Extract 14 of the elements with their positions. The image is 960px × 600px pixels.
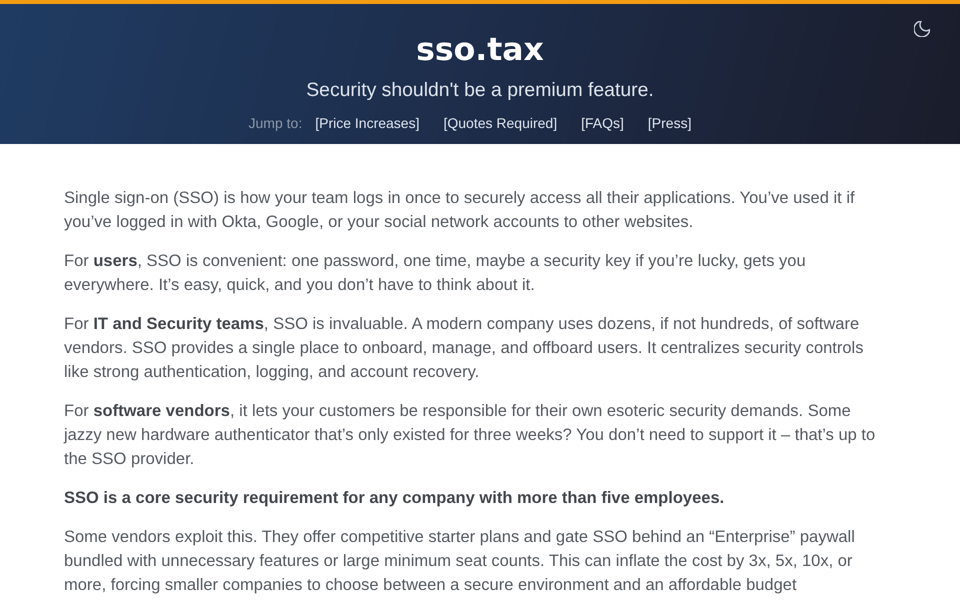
paragraph: Single sign-on (SSO) is how your team logs in once to securely access all their applications. You’ve used it if you’ve logged in with Okta, Google, or your social network accounts to other websites. (64, 188, 856, 233)
tagline: Security shouldn't be a premium feature. (306, 78, 654, 103)
site-title: sso.tax (416, 31, 544, 69)
paragraph: Some vendors exploit this. They offer competitive starter plans and gate SSO behind an “Enterprise” paywall bundled with unnecessary features or large minimum seat counts. This can inflate the cost by 3x, 5x, 10x, or more, forcing smaller companies to choose between a secure environment and an affordable budget (64, 527, 856, 596)
jump-link[interactable]: [FAQs] (581, 113, 624, 133)
jump-link[interactable]: [Quotes Required] (443, 113, 558, 133)
jump-link[interactable]: [Price Increases] (315, 113, 420, 133)
jump-link[interactable]: [Press] (648, 113, 692, 133)
moon-icon[interactable] (914, 21, 930, 37)
jump-to-label: Jump to: (248, 114, 302, 133)
paragraph: For software vendors, it lets your customers be responsible for their own esoteric security demands. Some jazzy new hardware authenticator that’s only existed for three weeks? You don’t need to support it – that’s up to the SSO provider. (64, 401, 876, 470)
paragraph: For IT and Security teams, SSO is invaluable. A modern company uses dozens, if not hundreds, of software vendors. SSO provides a single place to onboard, manage, and offboard users. It centralizes security controls like strong authentication, logging, and account recovery. (64, 314, 864, 383)
bold-paragraph: SSO is a core security requirement for any company with more than five employees. (64, 488, 726, 509)
paragraph: For users, SSO is convenient: one password, one time, maybe a security key if you’re lucky, gets you everywhere. It’s easy, quick, and you don’t have to think about it. (64, 251, 807, 296)
